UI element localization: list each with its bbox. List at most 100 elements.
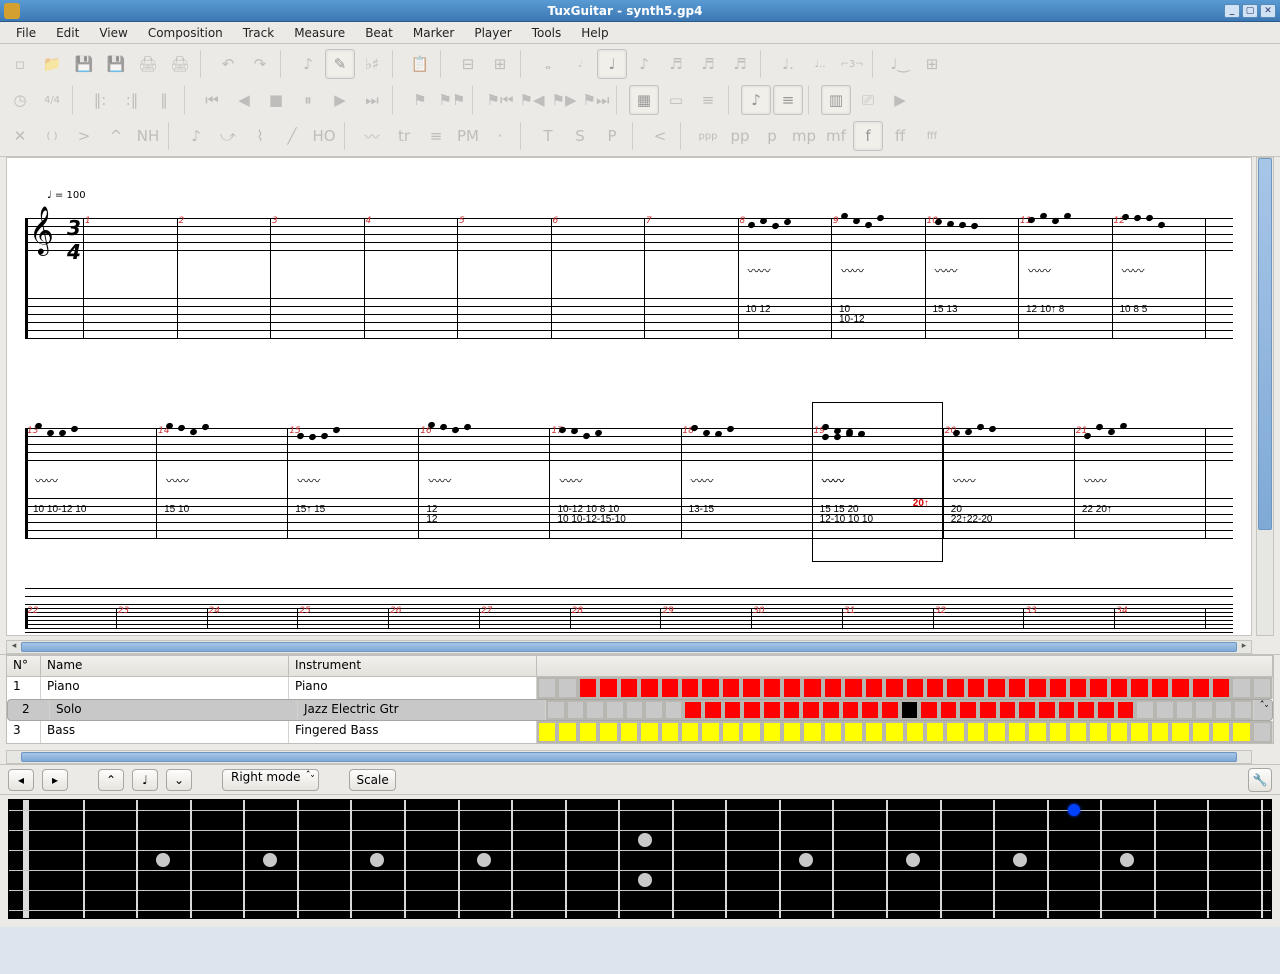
last-icon[interactable]: ⏭ bbox=[357, 85, 387, 115]
menu-composition[interactable]: Composition bbox=[138, 24, 233, 42]
mixer-icon[interactable]: ⎚ bbox=[853, 85, 883, 115]
col-instrument[interactable]: Instrument bbox=[289, 656, 537, 676]
effect-grace-icon[interactable]: ♪ bbox=[181, 121, 211, 151]
menu-file[interactable]: File bbox=[6, 24, 46, 42]
pause-icon[interactable]: ⏸ bbox=[293, 85, 323, 115]
track-measures[interactable] bbox=[537, 677, 1273, 699]
show-score-icon[interactable]: ♪ bbox=[741, 85, 771, 115]
menu-view[interactable]: View bbox=[89, 24, 137, 42]
save-as-icon[interactable]: 💾 bbox=[101, 49, 131, 79]
undo-icon[interactable]: ↶ bbox=[213, 49, 243, 79]
double-dotted-icon[interactable]: ♩.. bbox=[805, 49, 835, 79]
score-canvas[interactable]: 123456789101112𝄞34♩ = 100〰〰10 12〰〰1010-1… bbox=[6, 157, 1252, 636]
effect-palm-icon[interactable]: PM bbox=[453, 121, 483, 151]
menu-player[interactable]: Player bbox=[464, 24, 521, 42]
col-num[interactable]: N° bbox=[7, 656, 41, 676]
edit-mode-icon[interactable]: ✎ bbox=[325, 49, 355, 79]
fretboard-icon[interactable]: ▥ bbox=[821, 85, 851, 115]
duration-32-icon[interactable]: ♬ bbox=[693, 49, 723, 79]
effect-accent-icon[interactable]: > bbox=[69, 121, 99, 151]
dyn-fff-icon[interactable]: fff bbox=[917, 121, 947, 151]
effect-fade-icon[interactable]: < bbox=[645, 121, 675, 151]
track-row[interactable]: 2SoloJazz Electric Gtr bbox=[7, 699, 1273, 721]
new-icon[interactable]: ▫ bbox=[5, 49, 35, 79]
player-icon[interactable]: ▶ bbox=[885, 85, 915, 115]
dyn-mp-icon[interactable]: mp bbox=[789, 121, 819, 151]
duration-quarter-icon[interactable]: ♩ bbox=[597, 49, 627, 79]
effect-trill-icon[interactable]: tr bbox=[389, 121, 419, 151]
fretboard[interactable] bbox=[8, 799, 1272, 919]
voice2-icon[interactable]: ♭♯ bbox=[357, 49, 387, 79]
effect-slide-icon[interactable]: ╱ bbox=[277, 121, 307, 151]
minimize-icon[interactable]: _ bbox=[1224, 4, 1240, 18]
duration-up-button[interactable]: ⌃ bbox=[98, 769, 124, 791]
repeat-open-icon[interactable]: ‖: bbox=[85, 85, 115, 115]
effect-hammer-icon[interactable]: HO bbox=[309, 121, 339, 151]
menu-marker[interactable]: Marker bbox=[403, 24, 464, 42]
layout-page-icon[interactable]: ▦ bbox=[629, 85, 659, 115]
dyn-ppp-icon[interactable]: ppp bbox=[693, 121, 723, 151]
duration-half-icon[interactable]: 𝅗𝅥 bbox=[565, 49, 595, 79]
tuplet-icon[interactable]: ⌐3¬ bbox=[837, 49, 867, 79]
dyn-ff-icon[interactable]: ff bbox=[885, 121, 915, 151]
effect-slap-icon[interactable]: S bbox=[565, 121, 595, 151]
dyn-f-icon[interactable]: f bbox=[853, 121, 883, 151]
marker-next-icon[interactable]: ⚑▶ bbox=[549, 85, 579, 115]
dyn-mf-icon[interactable]: mf bbox=[821, 121, 851, 151]
close-icon[interactable]: ✕ bbox=[1260, 4, 1276, 18]
duration-64-icon[interactable]: ♬ bbox=[725, 49, 755, 79]
show-tab-icon[interactable]: ≡ bbox=[773, 85, 803, 115]
maximize-icon[interactable]: ▢ bbox=[1242, 4, 1258, 18]
zoom-in-icon[interactable]: ⊞ bbox=[485, 49, 515, 79]
track-row[interactable]: 3BassFingered Bass bbox=[7, 721, 1273, 743]
marker-list-icon[interactable]: ⚑⚑ bbox=[437, 85, 467, 115]
chord-icon[interactable]: ⊞ bbox=[917, 49, 947, 79]
marker-first-icon[interactable]: ⚑⏮ bbox=[485, 85, 515, 115]
vertical-scrollbar[interactable] bbox=[1256, 157, 1274, 636]
layout-linear-icon[interactable]: ▭ bbox=[661, 85, 691, 115]
voice1-icon[interactable]: ♪ bbox=[293, 49, 323, 79]
marker-last-icon[interactable]: ⚑⏭ bbox=[581, 85, 611, 115]
open-icon[interactable]: 📁 bbox=[37, 49, 67, 79]
duration-eighth-icon[interactable]: ♪ bbox=[629, 49, 659, 79]
track-scrollbar[interactable] bbox=[6, 750, 1252, 764]
col-name[interactable]: Name bbox=[41, 656, 289, 676]
menu-edit[interactable]: Edit bbox=[46, 24, 89, 42]
hand-mode-select[interactable]: Right mode bbox=[222, 769, 319, 791]
properties-icon[interactable]: 📋 bbox=[405, 49, 435, 79]
duration-16-icon[interactable]: ♬ bbox=[661, 49, 691, 79]
menu-measure[interactable]: Measure bbox=[284, 24, 355, 42]
effect-tremolo-icon[interactable]: ⌇ bbox=[245, 121, 275, 151]
effect-vibrato-icon[interactable]: 〰 bbox=[357, 121, 387, 151]
effect-heavy-icon[interactable]: ^ bbox=[101, 121, 131, 151]
dyn-p-icon[interactable]: p bbox=[757, 121, 787, 151]
fret-right-button[interactable]: ▸ bbox=[42, 769, 68, 791]
menu-beat[interactable]: Beat bbox=[355, 24, 403, 42]
metronome-icon[interactable]: ◷ bbox=[5, 85, 35, 115]
scale-button[interactable]: Scale bbox=[349, 769, 395, 791]
print-icon[interactable]: 🖨 bbox=[133, 49, 163, 79]
repeat-close-icon[interactable]: :‖ bbox=[117, 85, 147, 115]
effect-bend-icon[interactable]: ⤻ bbox=[213, 121, 243, 151]
effect-harmonic-icon[interactable]: NH bbox=[133, 121, 163, 151]
zoom-out-icon[interactable]: ⊟ bbox=[453, 49, 483, 79]
settings-icon[interactable]: 🔧 bbox=[1248, 768, 1272, 792]
effect-pop-icon[interactable]: P bbox=[597, 121, 627, 151]
redo-icon[interactable]: ↷ bbox=[245, 49, 275, 79]
effect-stacc-icon[interactable]: · bbox=[485, 121, 515, 151]
effect-ghost-icon[interactable]: ( ) bbox=[37, 121, 67, 151]
effect-dead-icon[interactable]: ✕ bbox=[5, 121, 35, 151]
tied-icon[interactable]: ♩‿ bbox=[885, 49, 915, 79]
fret-left-button[interactable]: ◂ bbox=[8, 769, 34, 791]
next-icon[interactable]: ▶ bbox=[325, 85, 355, 115]
duration-down-button[interactable]: ⌄ bbox=[166, 769, 192, 791]
menu-help[interactable]: Help bbox=[571, 24, 618, 42]
horizontal-scrollbar[interactable]: ◂▸ bbox=[6, 640, 1252, 654]
effect-tap-icon[interactable]: T bbox=[533, 121, 563, 151]
marker-add-icon[interactable]: ⚑ bbox=[405, 85, 435, 115]
effect-tremolop-icon[interactable]: ≡ bbox=[421, 121, 451, 151]
layout-multi-icon[interactable]: ≡ bbox=[693, 85, 723, 115]
save-icon[interactable]: 💾 bbox=[69, 49, 99, 79]
stop-icon[interactable]: ■ bbox=[261, 85, 291, 115]
first-icon[interactable]: ⏮ bbox=[197, 85, 227, 115]
